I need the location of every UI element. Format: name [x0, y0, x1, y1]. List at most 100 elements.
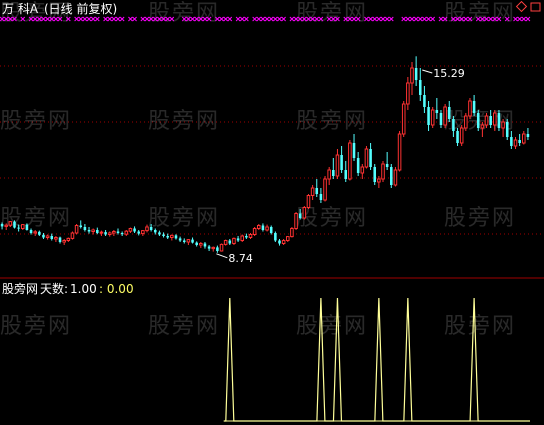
stock-name: 万 科A	[2, 2, 39, 16]
diamond-icon[interactable]	[515, 0, 528, 13]
signal-marker	[252, 16, 258, 22]
signal-marker	[281, 16, 286, 22]
signal-marker	[86, 16, 92, 22]
candle-body	[360, 166, 365, 174]
candle-body	[476, 113, 480, 128]
candle-body	[302, 207, 307, 219]
candle-body	[199, 243, 203, 246]
candle-body	[468, 100, 472, 117]
candle-body	[124, 230, 129, 235]
candle-body	[489, 116, 492, 125]
watermark-text: 股旁网	[444, 314, 516, 339]
candle-body	[430, 109, 435, 126]
candle-body	[332, 170, 335, 176]
candle-body	[335, 154, 340, 177]
candle-body	[104, 232, 107, 235]
window-icon[interactable]	[530, 2, 541, 12]
candle-body	[340, 155, 343, 170]
signal-marker	[90, 16, 96, 22]
candle-body	[120, 233, 124, 235]
watermark-text: 股旁网	[296, 109, 368, 134]
candle-body	[20, 224, 25, 230]
signal-marker	[256, 16, 262, 22]
candle-body	[522, 133, 526, 144]
signal-marker	[244, 16, 249, 22]
candle-body	[319, 194, 323, 200]
candle-body	[344, 170, 348, 179]
candle-body	[248, 234, 253, 238]
signal-marker	[264, 16, 270, 22]
candle-body	[401, 103, 406, 135]
candle-body	[133, 228, 136, 232]
candle-body	[216, 247, 219, 251]
candle-body	[285, 236, 290, 242]
candle-body	[0, 224, 4, 227]
signal-marker	[430, 16, 436, 22]
signal-marker	[384, 16, 390, 22]
signal-marker	[239, 16, 245, 22]
signal-marker	[438, 16, 444, 22]
candle-body	[493, 112, 497, 126]
indicator-value: : 0.00	[99, 282, 134, 296]
candle-body	[390, 167, 393, 185]
candle-body	[162, 234, 165, 236]
signal-marker	[107, 16, 113, 22]
candle-body	[223, 240, 228, 245]
signal-marker	[521, 16, 527, 22]
candle-body	[427, 107, 430, 125]
candle-body	[443, 106, 447, 126]
signal-marker	[409, 16, 415, 22]
candle-body	[116, 231, 120, 233]
chart-canvas: 股旁网 股旁网 股旁网 股旁网股旁网 股旁网 股旁网 股旁网股旁网 股旁网 股旁网 股旁网股旁网股…	[0, 0, 544, 422]
signal-marker	[227, 16, 233, 22]
candle-body	[170, 234, 174, 238]
watermark-text: 股旁网	[444, 109, 516, 134]
candle-body	[141, 230, 145, 235]
signal-marker	[235, 16, 241, 22]
signal-marker	[405, 16, 411, 22]
candle-body	[435, 110, 439, 113]
candle-body	[207, 246, 211, 249]
candle-body	[203, 243, 207, 247]
watermark-text: 股旁网	[296, 314, 368, 339]
candle-body	[484, 115, 489, 126]
signal-marker	[277, 16, 282, 22]
chart-window: 股旁网 股旁网 股旁网 股旁网 股旁网 股旁网 股旁网 股旁网 股旁网 股旁网 股旁网 股旁网 股旁网股…	[0, 0, 544, 425]
candle-body	[17, 227, 20, 229]
candle-body	[211, 246, 216, 250]
candle-body	[33, 231, 37, 234]
signal-marker	[115, 16, 121, 22]
signal-marker	[525, 16, 531, 22]
candle-body	[439, 113, 443, 125]
candle-body	[393, 169, 398, 186]
candle-body	[510, 137, 513, 146]
candle-body	[274, 233, 277, 241]
high-label: 15.29	[433, 67, 465, 80]
signal-marker	[422, 16, 427, 22]
candle-body	[381, 163, 385, 180]
candle-body	[406, 82, 410, 105]
candle-body	[13, 221, 16, 228]
candle-body	[54, 237, 58, 240]
candle-body	[174, 235, 178, 239]
candle-body	[8, 221, 13, 226]
candle-body	[232, 237, 236, 244]
candle-body	[252, 228, 257, 235]
watermark-text: 股旁网	[296, 1, 368, 26]
candle-body	[99, 231, 104, 234]
signal-marker	[426, 16, 431, 22]
signal-marker	[376, 16, 382, 22]
candle-body	[79, 225, 83, 227]
signal-marker	[82, 16, 88, 22]
candle-body	[107, 232, 112, 235]
signal-marker	[380, 16, 386, 22]
signal-marker	[94, 16, 100, 22]
candle-body	[70, 232, 75, 239]
watermark-text: 股旁网	[0, 206, 72, 231]
candle-body	[281, 240, 286, 244]
candle-body	[459, 127, 464, 144]
signal-marker	[78, 16, 84, 22]
candle-body	[501, 121, 505, 129]
candle-body	[45, 235, 50, 238]
candle-body	[58, 237, 62, 242]
